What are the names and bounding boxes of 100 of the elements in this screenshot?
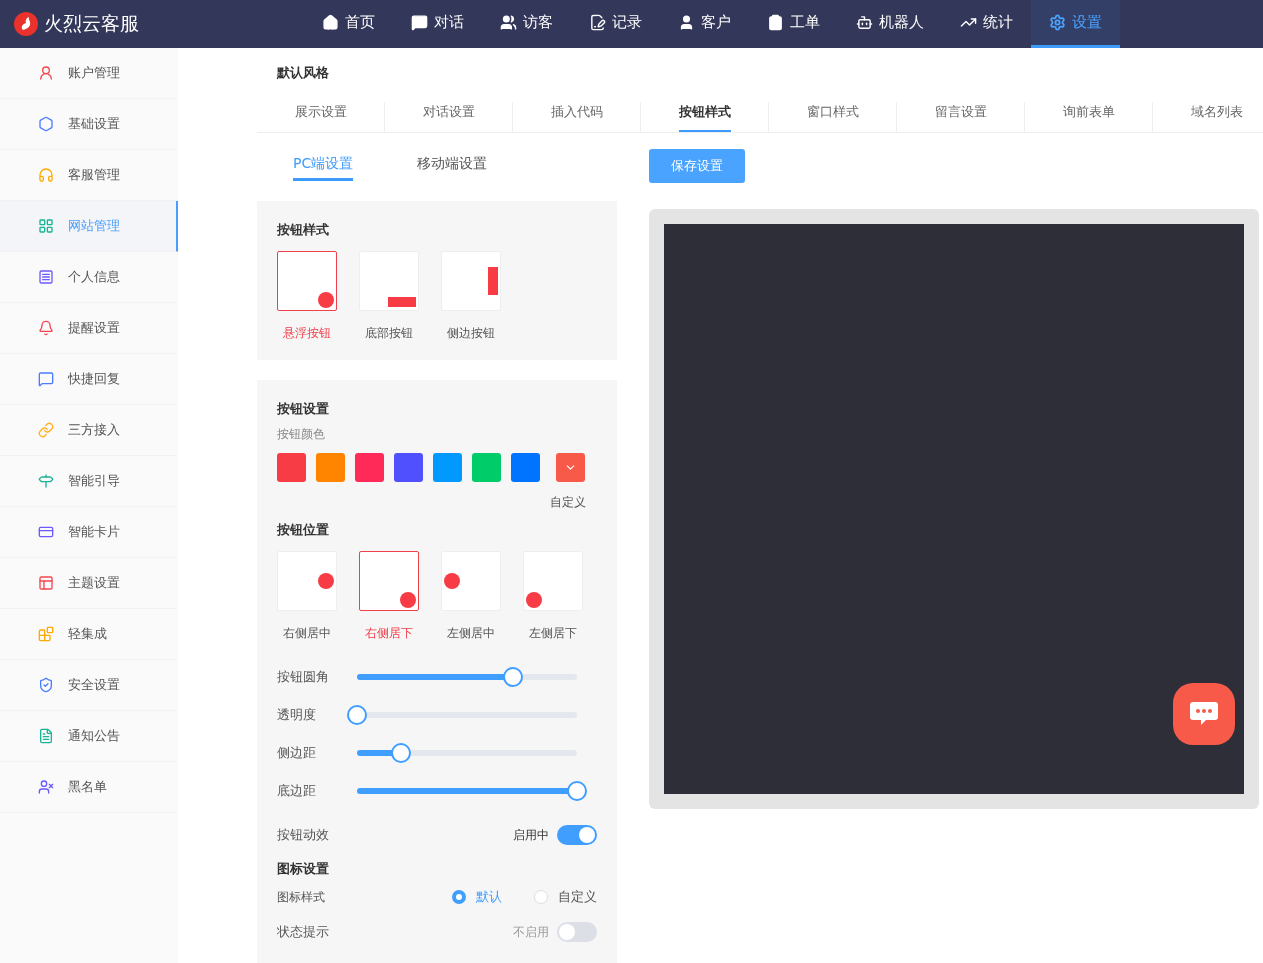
color-swatch[interactable] [472,453,501,482]
card-icon [38,269,54,285]
position-option[interactable] [359,551,419,611]
sidebar-item[interactable]: 主题设置 [0,558,178,609]
settings-tab[interactable]: 询前表单 [1062,94,1115,132]
nav-tab[interactable]: 统计 [942,0,1031,48]
circle-marker [444,573,460,589]
robot-icon [856,14,873,31]
toggle-switch[interactable] [557,825,597,845]
settings-tab[interactable]: 展示设置 [294,94,347,132]
nav-tab[interactable]: 客户 [660,0,749,48]
toggle-switch[interactable] [557,922,597,942]
sidebar-item[interactable]: 三方接入 [0,405,178,456]
section-title: 默认风格 [275,64,330,82]
toggle-status: 启用中 [513,826,549,844]
field-label: 图标样式 [277,888,326,906]
bar-marker [488,267,498,295]
option-label: 右侧居中 [283,625,331,642]
color-swatch[interactable] [394,453,423,482]
grid-icon [38,218,54,234]
nav-tab[interactable]: 对话 [393,0,482,48]
brand-name: 火烈云客服 [44,11,139,36]
sidebar-item[interactable]: 基础设置 [0,99,178,150]
document-icon [38,728,54,744]
slider-label: 底边距 [277,782,317,800]
slider-handle[interactable] [567,781,587,801]
custom-label: 自定义 [550,495,586,509]
custom-color-picker[interactable] [556,453,585,482]
slider-handle[interactable] [503,667,524,687]
clipboard-icon [767,14,784,31]
nav-tab[interactable]: 设置 [1031,0,1120,48]
option-label: 左侧居中 [447,625,495,642]
link-icon [38,422,54,438]
bell-icon [38,320,54,336]
user-icon [678,14,695,31]
option-label: 右侧居下 [365,625,413,642]
chat-icon [411,14,428,31]
nav-tab[interactable]: 记录 [571,0,660,48]
option-label: 悬浮按钮 [283,325,331,342]
slider-label: 侧边距 [277,744,317,762]
users-icon [500,14,517,31]
bar-marker [388,297,416,307]
nav-tab[interactable]: 访客 [482,0,571,48]
settings-tab[interactable]: 插入代码 [550,94,603,132]
slider-label: 按钮圆角 [277,668,330,686]
circle-marker [400,592,416,608]
settings-tab[interactable]: 对话设置 [422,94,475,132]
nav-tab[interactable]: 机器人 [838,0,942,48]
message-icon [38,371,54,387]
logo-icon [14,12,38,36]
settings-tab[interactable]: 按钮样式 [678,94,731,132]
headphones-icon [38,167,54,183]
sidebar-item[interactable]: 通知公告 [0,711,178,762]
color-swatch[interactable] [355,453,384,482]
nav-tab[interactable]: 首页 [304,0,393,48]
slider-handle[interactable] [347,705,367,725]
sidebar-item[interactable]: 快捷回复 [0,354,178,405]
circle-marker [318,292,334,308]
color-swatch[interactable] [277,453,306,482]
option-label: 底部按钮 [365,325,413,342]
sidebar-item[interactable]: 轻集成 [0,609,178,660]
hexagon-icon [38,116,54,132]
panel-title: 按钮样式 [277,221,330,239]
sidebar-item[interactable]: 安全设置 [0,660,178,711]
chat-launcher-button[interactable] [1173,683,1235,745]
edit-icon [589,14,606,31]
user-icon [38,65,54,81]
shield-icon [38,677,54,693]
style-option[interactable] [277,251,337,311]
radio-option[interactable]: 自定义 [534,888,597,906]
panel-title: 图标设置 [277,860,330,878]
chat-bubble-icon [1189,701,1219,727]
card-icon [38,524,54,540]
panel-title: 按钮位置 [277,521,330,539]
toggle-label: 按钮动效 [277,826,330,844]
panel-title: 按钮设置 [277,400,330,418]
slider-handle[interactable] [391,743,411,763]
toggle-label: 状态提示 [277,923,330,941]
layout-icon [38,575,54,591]
sidebar-item[interactable]: 账户管理 [0,48,178,99]
toggle-status: 不启用 [513,923,549,941]
circle-marker [526,592,542,608]
sub-tab[interactable]: 移动端设置 [417,149,488,181]
sidebar-item[interactable]: 黑名单 [0,762,178,813]
sidebar-item[interactable]: 个人信息 [0,252,178,303]
field-label: 按钮颜色 [277,426,326,443]
settings-tab[interactable]: 窗口样式 [806,94,859,132]
settings-tab[interactable]: 域名列表 [1190,94,1243,132]
slider-label: 透明度 [277,706,317,724]
user-icon [38,779,54,795]
settings-tab[interactable]: 留言设置 [934,94,987,132]
color-swatch[interactable] [511,453,540,482]
sidebar-item[interactable]: 提醒设置 [0,303,178,354]
nav-tab[interactable]: 工单 [749,0,838,48]
sidebar-item[interactable]: 智能引导 [0,456,178,507]
color-swatch[interactable] [316,453,345,482]
color-swatch[interactable] [433,453,462,482]
home-icon [322,14,339,31]
sidebar-item[interactable]: 智能卡片 [0,507,178,558]
settings-icon [1049,14,1066,31]
